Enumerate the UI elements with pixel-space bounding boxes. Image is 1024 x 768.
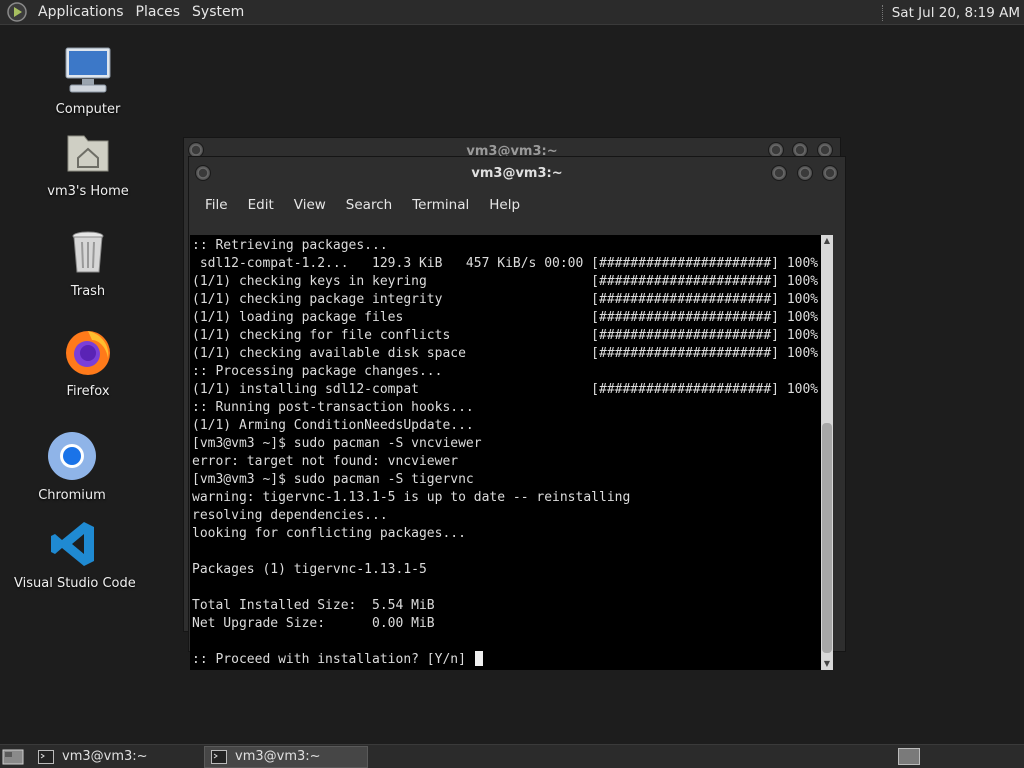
terminal-line: (1/1) checking for file conflicts [#####… [192, 328, 819, 343]
distro-logo-icon[interactable] [6, 1, 28, 23]
desktop-icon-chromium[interactable]: Chromium [12, 430, 132, 503]
system-menu[interactable]: System [186, 4, 250, 20]
workspace-switcher[interactable] [898, 748, 920, 765]
terminal-line: Net Upgrade Size: 0.00 MiB [192, 616, 435, 631]
terminal-line: (1/1) checking available disk space [###… [192, 346, 819, 361]
trash-icon [72, 231, 104, 273]
desktop-icon-label: Firefox [66, 384, 110, 399]
terminal-output[interactable]: :: Retrieving packages... sdl12-compat-1… [190, 235, 833, 670]
terminal-line: Total Installed Size: 5.54 MiB [192, 598, 435, 613]
desktop-icon-label: Chromium [38, 488, 106, 503]
terminal-menubar: File Edit View Search Terminal Help [189, 191, 845, 218]
taskbar-item-active[interactable]: vm3@vm3:~ [204, 745, 368, 768]
terminal-prompt-line: :: Proceed with installation? [Y/n] [192, 651, 833, 669]
terminal-line: [vm3@vm3 ~]$ sudo pacman -S vncviewer [192, 436, 482, 451]
scrollbar-thumb[interactable] [822, 423, 832, 653]
terminal-line: (1/1) checking keys in keyring [########… [192, 274, 819, 289]
terminal-line: :: Running post-transaction hooks... [192, 400, 474, 415]
desktop-icon-label: Trash [70, 284, 106, 299]
terminal-line: Packages (1) tigervnc-1.13.1-5 [192, 562, 427, 577]
menu-terminal[interactable]: Terminal [402, 197, 479, 213]
terminal-line: warning: tigervnc-1.13.1-5 is up to date… [192, 490, 631, 505]
terminal-line: :: Retrieving packages... [192, 238, 388, 253]
menu-file[interactable]: File [195, 197, 238, 213]
applications-menu[interactable]: Applications [32, 4, 130, 20]
desktop-icon-vscode[interactable]: Visual Studio Code [14, 518, 136, 591]
window-title: vm3@vm3:~ [471, 166, 563, 181]
desktop-icon-firefox[interactable]: Firefox [28, 326, 148, 399]
terminal-line: (1/1) installing sdl12-compat [#########… [192, 382, 819, 397]
menu-view[interactable]: View [284, 197, 336, 213]
chromium-icon [48, 432, 96, 480]
vscode-icon [51, 522, 94, 566]
firefox-icon [66, 331, 110, 375]
clock[interactable]: Sat Jul 20, 8:19 AM [892, 5, 1024, 21]
minimize-button[interactable] [771, 165, 787, 181]
desktop-icon-trash[interactable]: Trash [28, 226, 148, 299]
desktop-icon-computer[interactable]: Computer [28, 44, 148, 117]
home-folder-icon [67, 135, 109, 172]
terminal-line: sdl12-compat-1.2... 129.3 KiB 457 KiB/s … [192, 256, 819, 271]
scroll-down-arrow-icon[interactable]: ▼ [821, 658, 833, 670]
close-button[interactable] [822, 165, 838, 181]
terminal-line: (1/1) Arming ConditionNeedsUpdate... [192, 418, 474, 433]
desktop-icon-label: vm3's Home [47, 184, 129, 199]
terminal-line: error: target not found: vncviewer [192, 454, 459, 469]
terminal-line: :: Processing package changes... [192, 364, 443, 379]
places-menu[interactable]: Places [130, 4, 187, 20]
terminal-line: (1/1) loading package files [###########… [192, 310, 819, 325]
terminal-scrollbar[interactable]: ▲ ▼ [821, 235, 833, 670]
terminal-icon [38, 749, 54, 764]
menu-help[interactable]: Help [479, 197, 530, 213]
terminal-prompt: :: Proceed with installation? [Y/n] [192, 652, 474, 667]
show-desktop-icon[interactable] [2, 747, 24, 767]
taskbar-item-label: vm3@vm3:~ [62, 749, 148, 764]
taskbar-item-label: vm3@vm3:~ [235, 749, 321, 764]
terminal-line: resolving dependencies... [192, 508, 388, 523]
menu-edit[interactable]: Edit [238, 197, 284, 213]
desktop-icon-label: Computer [55, 102, 121, 117]
maximize-button[interactable] [797, 165, 813, 181]
top-panel: Applications Places System Sat Jul 20, 8… [0, 0, 1024, 25]
computer-icon [65, 47, 111, 93]
desktop-icon-label: Visual Studio Code [14, 576, 136, 591]
menu-search[interactable]: Search [336, 197, 402, 213]
taskbar-item[interactable]: vm3@vm3:~ [32, 746, 196, 768]
bottom-panel: vm3@vm3:~ vm3@vm3:~ [0, 744, 1024, 768]
scroll-up-arrow-icon[interactable]: ▲ [821, 235, 833, 247]
panel-separator [881, 4, 884, 21]
desktop-icon-home[interactable]: vm3's Home [28, 126, 148, 199]
terminal-line: looking for conflicting packages... [192, 526, 466, 541]
terminal-text: :: Retrieving packages... sdl12-compat-1… [190, 235, 833, 669]
text-cursor [474, 651, 483, 666]
terminal-line: (1/1) checking package integrity [######… [192, 292, 819, 307]
terminal-line: [vm3@vm3 ~]$ sudo pacman -S tigervnc [192, 472, 474, 487]
terminal-icon [211, 749, 227, 764]
terminal-window[interactable]: vm3@vm3:~ File Edit View Search Terminal… [188, 156, 846, 670]
